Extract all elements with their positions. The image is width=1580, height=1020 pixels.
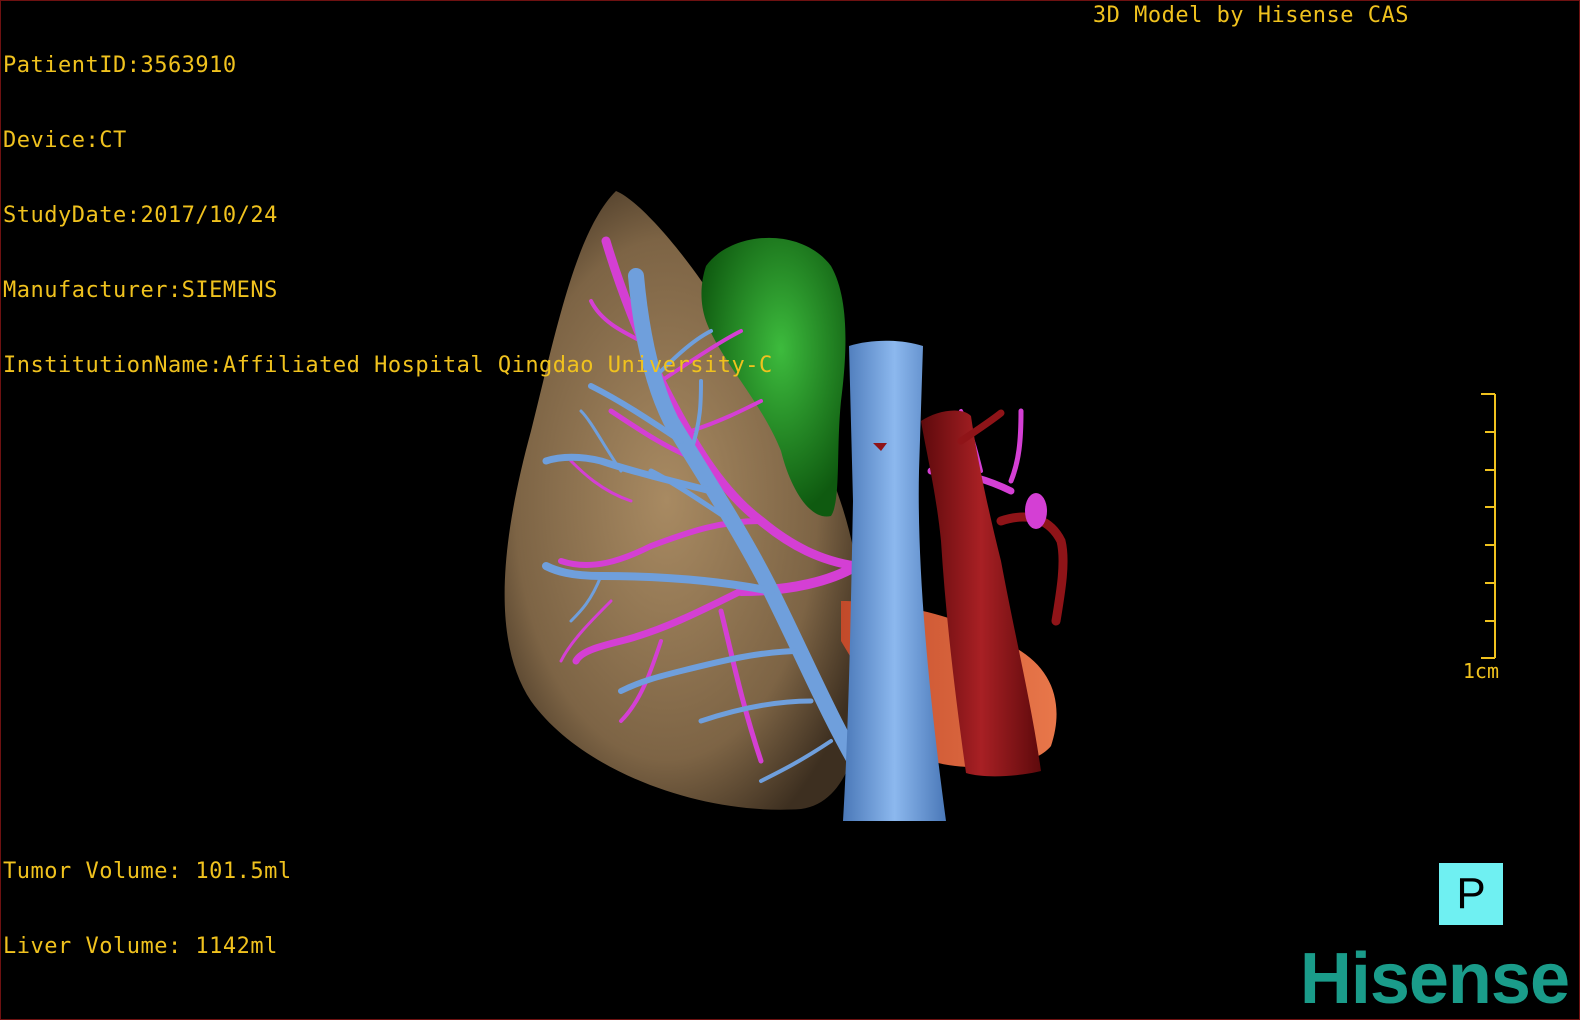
scale-bar — [1481, 393, 1496, 659]
render-viewport[interactable]: PatientID:3563910 Device:CT StudyDate:20… — [0, 0, 1580, 1020]
manufacturer-text: Manufacturer:SIEMENS — [3, 278, 278, 303]
scale-label: 1cm — [1462, 659, 1499, 683]
vena-cava-mesh — [843, 340, 946, 821]
orientation-marker-button[interactable]: P — [1439, 863, 1503, 925]
study-date-text: StudyDate:2017/10/24 — [3, 203, 278, 228]
device-text: Device:CT — [3, 128, 127, 153]
dicom-info-block: PatientID:3563910 Device:CT StudyDate:20… — [3, 3, 773, 428]
liver-volume-text: Liver Volume: 1142ml — [3, 934, 278, 959]
volume-readout: Tumor Volume: 101.5ml Liver Volume: 1142… — [3, 809, 292, 1009]
branch-node — [1025, 493, 1047, 529]
model-credit-text: 3D Model by Hisense CAS — [1092, 3, 1409, 28]
tumor-volume-text: Tumor Volume: 101.5ml — [3, 859, 292, 884]
institution-text: InstitutionName:Affiliated Hospital Qing… — [3, 353, 773, 378]
patient-id-text: PatientID:3563910 — [3, 53, 237, 78]
hisense-logo: Hisense — [1299, 939, 1570, 1019]
